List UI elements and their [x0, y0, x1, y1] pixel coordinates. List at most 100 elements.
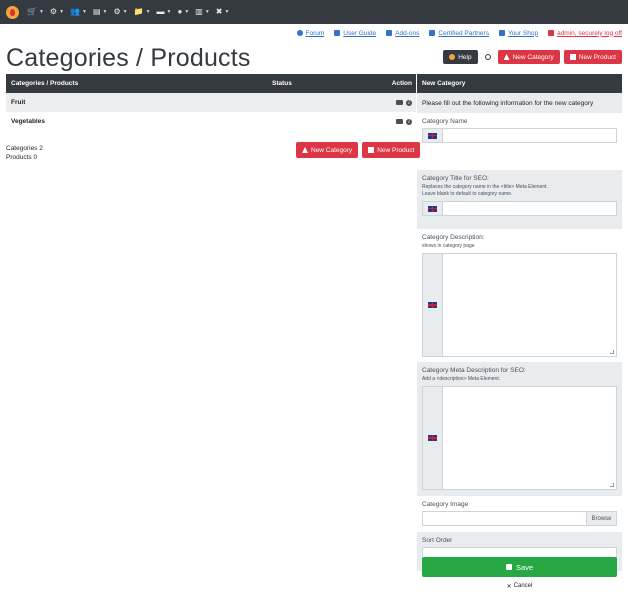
nav-menu-modules[interactable]: ⚙ ▼ — [50, 8, 64, 16]
resize-handle-icon[interactable] — [610, 350, 614, 354]
category-name-input[interactable] — [443, 129, 616, 142]
category-name-label: Category Name — [422, 118, 468, 125]
nav-menu-tools[interactable]: ⚙ ▼ — [113, 8, 127, 16]
new-category-panel: New Category Please fill out the followi… — [417, 74, 622, 571]
row-actions: i — [396, 99, 416, 106]
nav-menu-orders[interactable]: ▤ ▼ — [93, 8, 108, 16]
time-icon: ● — [177, 7, 183, 16]
chevron-down-icon: ▼ — [59, 9, 65, 15]
column-header-action: Action — [391, 80, 412, 87]
nav-menu-time[interactable]: ● ▼ — [177, 8, 189, 16]
customers-icon: 👥 — [70, 7, 81, 16]
table-actions: New Category New Product — [292, 142, 421, 158]
seo-title-input[interactable] — [443, 202, 616, 215]
browse-button[interactable]: Browse — [586, 512, 616, 525]
meta-description-input-group — [422, 386, 617, 490]
partner-icon — [429, 30, 436, 36]
panel-title: New Category — [417, 74, 622, 93]
folder-icon[interactable] — [396, 100, 403, 105]
tools-icon: ⚙ — [113, 7, 121, 16]
chevron-down-icon: ▼ — [102, 9, 108, 15]
category-name[interactable]: Vegetables — [6, 118, 396, 125]
description-textarea[interactable] — [443, 254, 616, 356]
user-guide-link[interactable]: User Guide — [334, 30, 376, 37]
nav-menu-stats[interactable]: ▥ ▼ — [195, 8, 210, 16]
category-name-section: Category Name — [417, 113, 622, 170]
table-counts: Categories 2 Products 0 — [6, 144, 43, 162]
save-button[interactable]: Save — [422, 557, 617, 577]
categories-count: Categories 2 — [6, 145, 43, 152]
uk-flag-icon — [428, 435, 437, 441]
nav-menu-cart[interactable]: 🛒 ▼ — [27, 8, 44, 16]
meta-description-section: Category Meta Description for SEO: Add a… — [417, 362, 622, 496]
files-icon: 📁 — [133, 7, 144, 16]
description-section: Category Description: shows in category … — [417, 229, 622, 362]
folder-icon[interactable] — [396, 119, 403, 124]
orders-icon: ▤ — [92, 7, 101, 16]
panel-note: Please fill out the following informatio… — [417, 93, 622, 113]
certified-partners-link[interactable]: Certified Partners — [429, 30, 489, 37]
cart-icon — [498, 30, 505, 36]
description-input-group — [422, 253, 617, 357]
meta-description-textarea[interactable] — [443, 387, 616, 489]
chevron-down-icon: ▼ — [145, 9, 151, 15]
book-icon — [334, 30, 341, 36]
flag-addon — [423, 387, 443, 489]
table-new-product-button[interactable]: New Product — [362, 142, 421, 158]
payment-icon: ▬ — [156, 7, 165, 16]
chevron-down-icon: ▼ — [38, 9, 44, 15]
meta-description-help: Add a <description> Meta Element. — [422, 376, 501, 382]
product-icon — [569, 54, 576, 60]
chevron-down-icon: ▼ — [184, 9, 190, 15]
seo-title-help: Replaces the category name in the <title… — [422, 184, 548, 190]
info-icon[interactable]: i — [406, 99, 412, 106]
stats-icon: ▥ — [195, 7, 203, 16]
flag-addon — [423, 254, 443, 356]
header-actions: Help New Category New Product — [443, 50, 622, 64]
extensions-icon: ✖ — [215, 7, 223, 16]
uk-flag-icon — [428, 205, 437, 212]
uk-flag-icon — [428, 302, 437, 308]
help-button[interactable]: Help — [443, 50, 478, 64]
log-off-link[interactable]: admin, securely log off — [548, 30, 622, 37]
nav-menu-files[interactable]: 📁 ▼ — [134, 8, 151, 16]
table-new-category-button[interactable]: New Category — [296, 142, 359, 158]
close-icon: ✕ — [506, 583, 512, 590]
lock-icon — [548, 30, 555, 36]
chevron-down-icon: ▼ — [204, 9, 210, 15]
image-file-field[interactable] — [423, 512, 586, 525]
description-label: Category Description: — [422, 234, 485, 241]
modules-icon: ⚙ — [49, 7, 58, 16]
chevron-down-icon: ▼ — [122, 9, 128, 15]
seo-title-section: Category Title for SEO: Replaces the cat… — [417, 170, 622, 229]
cancel-button[interactable]: ✕ Cancel — [422, 581, 617, 591]
your-shop-link[interactable]: Your Shop — [498, 30, 538, 37]
image-file-input[interactable]: Browse — [422, 511, 617, 526]
info-icon[interactable]: i — [406, 118, 412, 125]
nav-menu-extensions[interactable]: ✖ ▼ — [216, 8, 230, 16]
chevron-down-icon: ▼ — [166, 9, 172, 15]
table-row[interactable]: Fruit i — [6, 93, 416, 112]
addons-link[interactable]: Add-ons — [386, 30, 419, 37]
table-row[interactable]: Vegetables i — [6, 112, 416, 131]
flag-addon — [423, 202, 443, 215]
meta-description-label: Category Meta Description for SEO: — [422, 367, 526, 374]
image-label: Category Image — [422, 501, 469, 508]
new-category-button[interactable]: New Category — [497, 50, 560, 64]
nav-menu-payment[interactable]: ▬ ▼ — [157, 8, 172, 16]
top-links: Forum User Guide Add-ons Certified Partn… — [287, 28, 622, 38]
category-name[interactable]: Fruit — [6, 99, 396, 106]
question-icon — [296, 30, 303, 36]
app-logo-icon[interactable] — [6, 5, 19, 19]
sort-order-label: Sort Order — [422, 537, 453, 544]
categories-table: Categories / Products Status Action Frui… — [6, 74, 416, 131]
resize-handle-icon[interactable] — [610, 483, 614, 487]
category-icon — [302, 147, 308, 153]
cart-icon: 🛒 — [27, 7, 37, 16]
search-icon[interactable] — [482, 50, 494, 64]
forum-link[interactable]: Forum — [296, 30, 324, 37]
new-product-button[interactable]: New Product — [563, 50, 622, 64]
nav-menu-customers[interactable]: 👥 ▼ — [70, 8, 87, 16]
seo-title-help-2: Leave blank to default to category name. — [422, 191, 513, 197]
chevron-down-icon: ▼ — [224, 9, 230, 15]
